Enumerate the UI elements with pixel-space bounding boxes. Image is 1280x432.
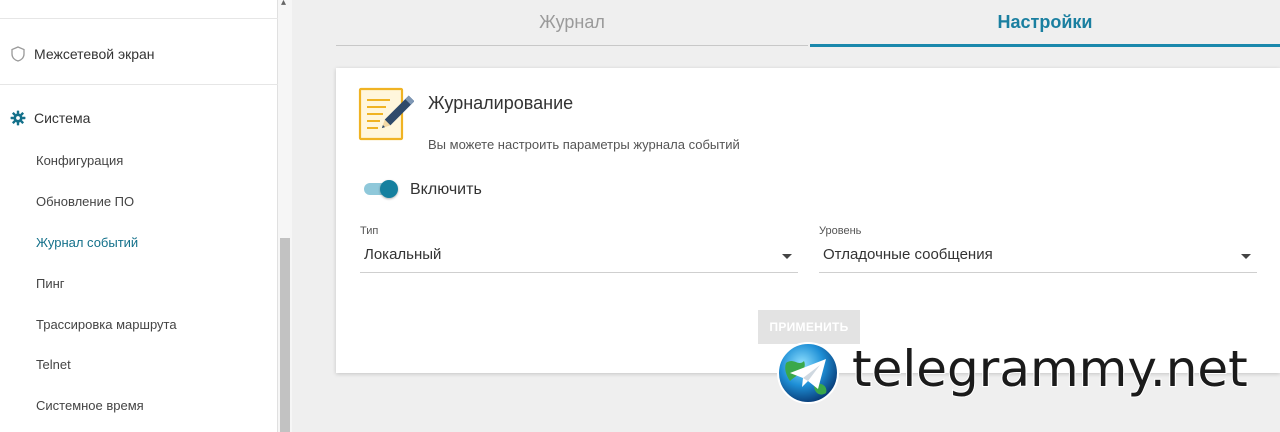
- sidebar-item-ping[interactable]: Пинг: [36, 276, 65, 291]
- type-select-value: Локальный: [364, 246, 442, 263]
- sidebar-item-system-time[interactable]: Системное время: [36, 398, 144, 413]
- level-select-value: Отладочные сообщения: [823, 246, 993, 263]
- level-select[interactable]: Отладочные сообщения: [819, 243, 1257, 273]
- shield-icon: [10, 46, 26, 62]
- tab-journal[interactable]: Журнал: [336, 12, 808, 33]
- sidebar-item-firewall[interactable]: Межсетевой экран: [10, 46, 155, 62]
- sidebar-item-event-log[interactable]: Журнал событий: [36, 235, 138, 250]
- chevron-down-icon: [1241, 254, 1251, 259]
- sidebar-item-label: Система: [34, 110, 91, 126]
- apply-button[interactable]: ПРИМЕНИТЬ: [758, 310, 860, 344]
- tab-active-indicator: [810, 44, 1280, 47]
- type-select[interactable]: Локальный: [360, 243, 798, 273]
- sidebar-item-firmware-update[interactable]: Обновление ПО: [36, 194, 134, 209]
- sidebar-scrollbar-thumb[interactable]: [280, 238, 290, 432]
- sidebar: Межсетевой экран Система Конфигурация Об…: [0, 0, 278, 432]
- card-description: Вы можете настроить параметры журнала со…: [428, 137, 740, 152]
- enable-toggle[interactable]: [364, 180, 398, 198]
- sidebar-item-telnet[interactable]: Telnet: [36, 357, 71, 372]
- toggle-knob: [380, 180, 398, 198]
- scroll-up-arrow-icon[interactable]: ▴: [281, 0, 286, 8]
- gear-icon: [10, 110, 26, 126]
- sidebar-item-configuration[interactable]: Конфигурация: [36, 153, 123, 168]
- sidebar-divider: [0, 84, 278, 85]
- edit-document-icon: [358, 86, 415, 142]
- watermark-text: telegrammy.net: [851, 339, 1249, 399]
- logging-settings-card: Журналирование Вы можете настроить парам…: [336, 68, 1280, 373]
- chevron-down-icon: [782, 254, 792, 259]
- tab-underline: [336, 45, 808, 46]
- type-label: Тип: [360, 225, 379, 237]
- enable-toggle-label: Включить: [410, 181, 482, 198]
- sidebar-item-traceroute[interactable]: Трассировка маршрута: [36, 317, 177, 332]
- sidebar-divider: [0, 18, 278, 19]
- sidebar-item-system[interactable]: Система: [10, 110, 90, 126]
- tab-settings[interactable]: Настройки: [810, 12, 1280, 33]
- level-label: Уровень: [819, 225, 862, 237]
- sidebar-item-label: Межсетевой экран: [34, 46, 155, 62]
- telegram-globe-icon: [776, 341, 840, 405]
- card-title: Журналирование: [428, 93, 574, 113]
